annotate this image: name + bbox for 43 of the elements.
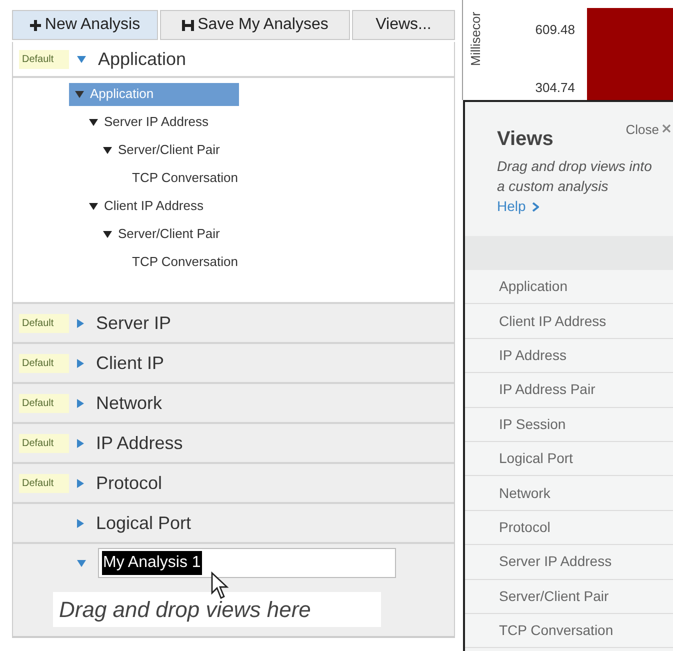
- tree-item[interactable]: Server/Client Pair: [97, 222, 228, 246]
- tree-item[interactable]: TCP Conversation: [111, 166, 246, 190]
- axis-tick-label: 609.48: [535, 21, 575, 39]
- default-badge: Default: [19, 474, 69, 492]
- view-list-item[interactable]: Server/Client Pair: [465, 580, 673, 614]
- expanded-arrow-icon: [103, 146, 112, 154]
- close-button[interactable]: Close: [626, 120, 671, 138]
- section-title[interactable]: Network: [96, 390, 162, 416]
- tree-item[interactable]: Server/Client Pair: [97, 138, 228, 162]
- axis-label: Millisecor: [467, 10, 484, 66]
- expanded-arrow-icon: [75, 90, 84, 98]
- view-list-item[interactable]: Protocol: [465, 510, 673, 546]
- tree-item[interactable]: TCP Conversation: [111, 250, 246, 274]
- section-title[interactable]: IP Address: [96, 430, 183, 456]
- toolbar-button[interactable]: Views...: [352, 10, 455, 40]
- section-title[interactable]: Server IP: [96, 310, 172, 336]
- default-badge: Default: [19, 354, 69, 372]
- tree-item[interactable]: Server IP Address: [83, 110, 217, 134]
- panel-title: Views: [497, 127, 554, 152]
- expanded-arrow-icon: [89, 118, 98, 126]
- toolbar-button[interactable]: New Analysis: [12, 10, 158, 40]
- panel-description: Drag and drop views into a custom analysis: [496, 157, 653, 196]
- expanded-arrow-icon: [103, 230, 112, 238]
- default-badge: Default: [19, 434, 69, 452]
- section-title[interactable]: Application: [98, 46, 186, 72]
- toolbar-button[interactable]: Save My Analyses: [160, 10, 350, 40]
- help-link[interactable]: Help: [465, 196, 539, 217]
- axis-tick-label: 304.74: [535, 78, 575, 96]
- drop-zone: Drag and drop views here: [53, 592, 381, 626]
- default-badge: Default: [19, 50, 69, 68]
- view-list-item[interactable]: IP Session: [465, 408, 673, 442]
- plus-icon: [30, 20, 41, 30]
- chevron-right-icon: [532, 202, 539, 212]
- default-badge: Default: [19, 394, 69, 412]
- save-icon: [182, 20, 194, 30]
- section-title[interactable]: Logical Port: [96, 510, 192, 536]
- default-badge: Default: [19, 314, 69, 332]
- section-title[interactable]: Client IP: [96, 350, 164, 376]
- tree-item[interactable]: Client IP Address: [83, 194, 212, 218]
- name-input-field[interactable]: My Analysis 1: [98, 548, 396, 578]
- close-icon: [662, 124, 671, 133]
- expanded-arrow-icon: [89, 202, 98, 210]
- section-title[interactable]: Protocol: [96, 470, 162, 496]
